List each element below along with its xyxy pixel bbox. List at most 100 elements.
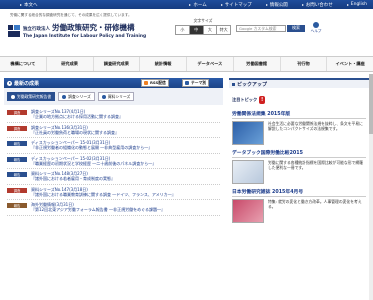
- tab-research-reports[interactable]: 労働政策研究報告書: [7, 92, 56, 101]
- results-list: 調査 調査シリーズNo.137(4月1日) 『企業の地方拠点における採用活動に関する…: [4, 105, 223, 218]
- theme-icon: [185, 81, 189, 85]
- pickup-subheading: 注目トピック!: [232, 96, 366, 104]
- nav-events[interactable]: イベント・講座: [327, 57, 373, 71]
- contact-link[interactable]: お問い合わせ: [301, 2, 333, 8]
- square-bullet-icon: [232, 82, 235, 86]
- contact-label: お問い合わせ: [305, 2, 333, 8]
- latest-results-header: 最新の成果 RSS配信 テーマ別: [4, 78, 223, 88]
- theme-button[interactable]: テーマ別: [182, 79, 210, 87]
- pickup-sub-label: 注目トピック: [232, 97, 258, 102]
- nav-survey-results[interactable]: 調査研究成果: [94, 57, 141, 71]
- item-subtitle: 『第12回北東アジア労働フォーラム報告書 ―非正規労働をめぐる課題―』: [31, 207, 165, 213]
- item-subtitle: 『諸外国における職業教育訓練に関する調査 ―ドイツ、フランス、アメリカ―』: [31, 191, 176, 197]
- main-content: 最新の成果 RSS配信 テーマ別 労働政策研究報告書 調査シリーズ 資料シリーズ…: [0, 74, 373, 300]
- search-input[interactable]: Google カスタム検索: [236, 24, 286, 32]
- category-badge: 調査: [7, 125, 27, 131]
- nav-database[interactable]: データベース: [187, 57, 234, 71]
- book-cover-image[interactable]: [232, 160, 264, 184]
- list-item[interactable]: 報告 ディスカッションペーパー 15-02(3月31日) 『職業経歴の初期状況と学校…: [7, 154, 220, 169]
- category-badge: 報告: [7, 156, 27, 162]
- vertical-scrollbar[interactable]: [369, 74, 373, 300]
- org-prefix: 独立行政法人: [23, 27, 50, 32]
- rss-label: RSS配信: [150, 80, 166, 85]
- disclosure-label: 情報公開: [269, 2, 288, 8]
- pickup-item[interactable]: 労働関係法規集 2015年版 社会生活に必要な労働関係法規を抜粋し、条文を平易に…: [232, 110, 366, 145]
- tab-survey-series[interactable]: 調査シリーズ: [58, 92, 95, 101]
- bullet-icon: [11, 94, 15, 99]
- help-link[interactable]: ヘルプ: [309, 22, 323, 34]
- org-name-en: The Japan Institute for Labour Policy an…: [23, 34, 147, 39]
- category-badge: 報告: [7, 141, 27, 146]
- bullet-icon: [101, 94, 106, 99]
- category-badge: 調査: [7, 187, 27, 193]
- list-item[interactable]: 報告 海外労働情報(3月31日) 『第12回北東アジア労働フォーラム報告書 ―非正規…: [7, 200, 220, 216]
- category-badge: 報告: [7, 172, 27, 177]
- help-icon: [313, 22, 319, 28]
- pickup-item-desc: 労働に関する各種統計指標を国際比較が可能な形で網羅した便利な一冊です。: [268, 160, 363, 170]
- item-subtitle: 『非正規労働者の組織化の動態と展開 ―非典型雇用の調査から―』: [31, 145, 153, 151]
- list-item[interactable]: 報告 ディスカッションペーパー 15-01(3月31日) 『非正規労働者の組織化の動…: [7, 138, 220, 154]
- item-subtitle: 『職業経歴の初期状況と学校経歴 ―二十歳前後のパネル調査から―』: [31, 160, 157, 166]
- latest-results-title: 最新の成果: [14, 80, 40, 87]
- nav-library[interactable]: 労働図書館: [234, 57, 281, 71]
- global-nav: 機構について 研究成果 調査研究成果 統計情報 データベース 労働図書館 刊行物…: [0, 57, 373, 72]
- nav-statistics[interactable]: 統計情報: [140, 57, 187, 71]
- font-size-medium-button[interactable]: 中: [189, 26, 204, 34]
- font-size-large-button[interactable]: 大: [203, 26, 218, 34]
- list-item[interactable]: 調査 調査シリーズNo.137(4月1日) 『企業の地方拠点における採用活動に関する…: [7, 107, 220, 123]
- disclosure-link[interactable]: 情報公開: [265, 2, 288, 8]
- arrow-icon: [346, 3, 349, 6]
- sitemap-link[interactable]: サイトマップ: [220, 2, 252, 8]
- nav-about[interactable]: 機構について: [0, 57, 47, 71]
- pickup-item-desc: 社会生活に必要な労働関係法規を抜粋し、条文を平易に解説したコンパクトサイズの法規…: [268, 121, 363, 131]
- site-header: 労働に関する総合的な調査研究を通じて、その成果を広く提供しています。 独立行政法…: [0, 9, 373, 57]
- nav-research-results[interactable]: 研究成果: [47, 57, 94, 71]
- logo-mark-icon: [8, 24, 20, 37]
- pickup-item[interactable]: 日本労働研究雑誌 2015年4月号 特集: 就労の変化と働き方改革。人事管理の変…: [232, 188, 366, 223]
- exclamation-icon: !: [259, 96, 266, 104]
- latest-results-panel: 最新の成果 RSS配信 テーマ別 労働政策研究報告書 調査シリーズ 資料シリーズ…: [4, 78, 223, 218]
- home-link[interactable]: ホーム: [189, 2, 207, 8]
- bullet-icon: [62, 94, 67, 99]
- tab-label: 調査シリーズ: [68, 93, 91, 99]
- pickup-item-desc: 特集: 就労の変化と働き方改革。人事管理の変化を考える。: [268, 199, 362, 209]
- site-logo[interactable]: 独立行政法人 労働政策研究・研修機構 The Japan Institute fo…: [8, 22, 146, 39]
- pickup-item-title[interactable]: 日本労働研究雑誌 2015年4月号: [232, 188, 366, 197]
- play-icon: [7, 80, 12, 86]
- results-tabs: 労働政策研究報告書 調査シリーズ 資料シリーズ: [4, 88, 223, 105]
- list-item[interactable]: 報告 資料シリーズNo.148(3月27日) 『諸外国における若者雇用・育成制度の実…: [7, 169, 220, 185]
- english-label: English: [350, 2, 367, 7]
- arrow-icon: [265, 3, 268, 6]
- arrow-icon: [220, 3, 223, 6]
- pickup-panel: ピックアップ 注目トピック! 労働関係法規集 2015年版 社会生活に必要な労働…: [229, 78, 369, 230]
- tab-label: 労働政策研究報告書: [17, 93, 52, 99]
- list-item[interactable]: 調査 資料シリーズNo.147(3月18日) 『諸外国における職業教育訓練に関する調…: [7, 185, 220, 200]
- site-search: Google カスタム検索 検索 ヘルプ: [236, 22, 323, 34]
- english-link[interactable]: English: [346, 2, 367, 7]
- pickup-title: ピックアップ: [237, 81, 268, 88]
- top-utility-bar: 本文へ ホーム サイトマップ 情報公開 お問い合わせ English: [0, 0, 373, 9]
- pickup-item-title[interactable]: データブック国際労働比較2015: [232, 149, 366, 158]
- tab-document-series[interactable]: 資料シリーズ: [97, 92, 135, 101]
- pickup-header: ピックアップ: [229, 78, 369, 88]
- nav-publications[interactable]: 刊行物: [281, 57, 328, 71]
- font-size-label: 文字サイズ: [193, 18, 213, 23]
- home-label: ホーム: [193, 2, 207, 8]
- sitemap-label: サイトマップ: [224, 2, 252, 8]
- magazine-cover-image[interactable]: [232, 199, 264, 223]
- book-cover-image[interactable]: [232, 121, 264, 145]
- scrollbar-thumb[interactable]: [369, 74, 373, 134]
- rss-button[interactable]: RSS配信: [141, 79, 169, 87]
- font-size-xlarge-button[interactable]: 特大: [217, 26, 230, 34]
- tab-label: 資料シリーズ: [107, 93, 131, 99]
- search-button[interactable]: 検索: [287, 24, 305, 32]
- pickup-item-title[interactable]: 労働関係法規集 2015年版: [232, 110, 366, 119]
- pickup-item[interactable]: データブック国際労働比較2015 労働に関する各種統計指標を国際比較が可能な形で…: [232, 149, 366, 184]
- theme-label: テーマ別: [191, 80, 207, 85]
- item-subtitle: 『諸外国における若者雇用・育成制度の実態』: [31, 176, 115, 182]
- list-item[interactable]: 調査 調査シリーズNo.136(3月31日) 『正社員の労働負荷と職場の現状に関する…: [7, 123, 220, 138]
- category-badge: 報告: [7, 203, 27, 208]
- header-tagline: 労働に関する総合的な調査研究を通じて、その成果を広く提供しています。: [10, 13, 132, 17]
- skip-to-content-link[interactable]: 本文へ: [20, 2, 38, 8]
- font-size-small-button[interactable]: 小: [176, 26, 190, 34]
